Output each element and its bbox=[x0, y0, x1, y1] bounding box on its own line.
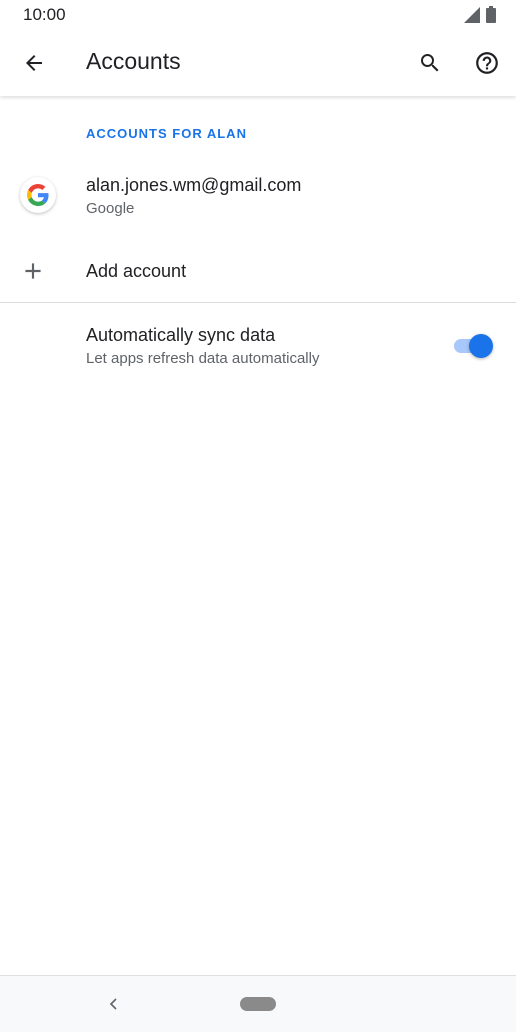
battery-icon bbox=[486, 6, 496, 23]
status-icons bbox=[464, 6, 496, 23]
arrow-back-icon bbox=[26, 55, 42, 71]
google-account-avatar bbox=[20, 177, 56, 213]
sync-summary: Let apps refresh data automatically bbox=[86, 350, 320, 367]
toggle-thumb bbox=[469, 334, 493, 358]
back-button[interactable] bbox=[14, 43, 54, 83]
search-icon bbox=[421, 54, 439, 72]
search-button[interactable] bbox=[410, 43, 450, 83]
nav-back-button[interactable] bbox=[102, 992, 126, 1016]
navigation-bar bbox=[0, 975, 516, 1032]
account-type: Google bbox=[86, 200, 135, 217]
help-icon bbox=[476, 52, 498, 74]
account-row-google[interactable]: alan.jones.wm@gmail.com Google bbox=[0, 160, 516, 232]
auto-sync-row[interactable]: Automatically sync data Let apps refresh… bbox=[0, 310, 516, 382]
add-account-button[interactable]: Add account bbox=[0, 240, 516, 302]
account-email: alan.jones.wm@gmail.com bbox=[86, 175, 302, 195]
nav-home-pill[interactable] bbox=[240, 997, 276, 1011]
cell-signal-icon bbox=[464, 6, 480, 23]
page-title: Accounts bbox=[86, 48, 181, 74]
google-icon bbox=[27, 184, 49, 206]
divider bbox=[0, 302, 516, 303]
status-time: 10:00 bbox=[23, 5, 66, 24]
status-bar: 10:00 bbox=[0, 0, 516, 30]
auto-sync-toggle[interactable] bbox=[452, 334, 494, 358]
section-header: ACCOUNTS FOR ALAN bbox=[86, 126, 247, 141]
add-account-label: Add account bbox=[86, 261, 187, 281]
sync-title: Automatically sync data bbox=[86, 325, 276, 345]
plus-icon bbox=[25, 263, 41, 279]
app-bar: Accounts bbox=[0, 30, 516, 96]
help-button[interactable] bbox=[467, 43, 507, 83]
chevron-left-icon bbox=[109, 998, 117, 1010]
